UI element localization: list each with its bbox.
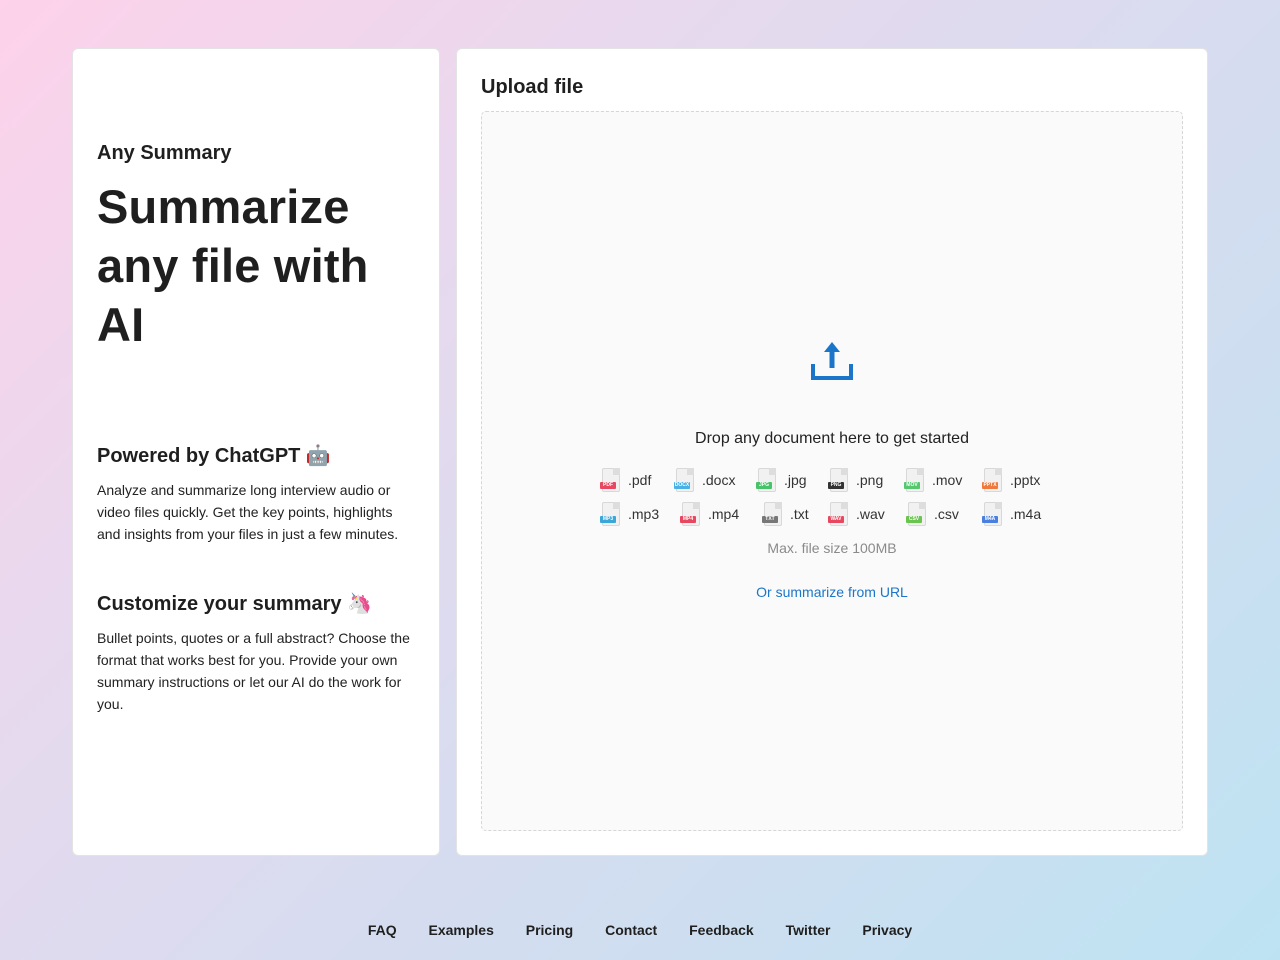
file-type-label: .txt xyxy=(790,506,809,522)
footer-link-examples[interactable]: Examples xyxy=(428,922,493,938)
file-type-label: .mp3 xyxy=(628,506,660,522)
file-type-label: .docx xyxy=(702,472,736,488)
footer-link-faq[interactable]: FAQ xyxy=(368,922,397,938)
file-type-label: .pdf xyxy=(628,472,652,488)
upload-title: Upload file xyxy=(481,76,584,98)
file-type-png-icon: PNG xyxy=(828,468,850,492)
file-type-docx-icon: DOCX xyxy=(674,468,696,492)
feature-text-powered: Analyze and summarize long interview aud… xyxy=(97,482,399,542)
file-type-pptx-icon: PPTX xyxy=(982,468,1004,492)
file-type-wav-icon: WAV xyxy=(828,502,850,526)
feature-title-customize: Customize your summary 🦄 xyxy=(97,593,372,615)
footer-link-privacy[interactable]: Privacy xyxy=(862,922,912,938)
hero-title: Summarize any file with AI xyxy=(97,180,369,351)
file-type-mov: MOV .mov xyxy=(904,467,962,493)
intro-panel: Any Summary Summarize any file with AI P… xyxy=(72,48,440,856)
upload-icon[interactable] xyxy=(810,340,854,382)
brand-name: Any Summary xyxy=(97,142,232,164)
file-types-row: MP3 .mp3 MP4 .mp4 TXT .txt WAV .wav CSV .csv M4A .m… xyxy=(600,501,1060,535)
file-type-label: .mp4 xyxy=(708,506,740,522)
file-type-label: .wav xyxy=(856,506,885,522)
file-type-txt-icon: TXT xyxy=(762,502,784,526)
file-type-pdf-icon: PDF xyxy=(600,468,622,492)
footer-link-twitter[interactable]: Twitter xyxy=(786,922,831,938)
file-type-txt: TXT .txt xyxy=(762,501,809,527)
file-type-mov-icon: MOV xyxy=(904,468,926,492)
footer-link-pricing[interactable]: Pricing xyxy=(526,922,573,938)
file-type-mp3: MP3 .mp3 xyxy=(600,501,659,527)
file-type-mp4: MP4 .mp4 xyxy=(680,501,739,527)
file-type-m4a-icon: M4A xyxy=(982,502,1004,526)
file-type-label: .pptx xyxy=(1010,472,1041,488)
file-type-csv-icon: CSV xyxy=(906,502,928,526)
feature-title-powered: Powered by ChatGPT 🤖 xyxy=(97,445,331,467)
file-type-label: .mov xyxy=(932,472,963,488)
feature-text-customize: Bullet points, quotes or a full abstract… xyxy=(97,630,410,712)
footer-nav: FAQ Examples Pricing Contact Feedback Tw… xyxy=(0,922,1280,938)
file-type-jpg: JPG .jpg xyxy=(756,467,807,493)
file-type-pdf: PDF .pdf xyxy=(600,467,651,493)
file-type-jpg-icon: JPG xyxy=(756,468,778,492)
file-type-csv: CSV .csv xyxy=(906,501,959,527)
file-type-docx: DOCX .docx xyxy=(674,467,735,493)
max-file-size: Max. file size 100MB xyxy=(767,540,897,556)
file-type-label: .csv xyxy=(934,506,959,522)
supported-file-types: PDF .pdf DOCX .docx JPG .jpg PNG .png MOV .mov PPT… xyxy=(600,467,1060,535)
file-type-png: PNG .png xyxy=(828,467,883,493)
file-type-label: .png xyxy=(856,472,884,488)
footer-link-feedback[interactable]: Feedback xyxy=(689,922,754,938)
file-type-mp4-icon: MP4 xyxy=(680,502,702,526)
file-type-mp3-icon: MP3 xyxy=(600,502,622,526)
file-type-label: .jpg xyxy=(784,472,807,488)
footer-link-contact[interactable]: Contact xyxy=(605,922,657,938)
file-type-pptx: PPTX .pptx xyxy=(982,467,1040,493)
upload-panel: Upload file Drop any document here to ge… xyxy=(456,48,1208,856)
file-types-row: PDF .pdf DOCX .docx JPG .jpg PNG .png MOV .mov PPT… xyxy=(600,467,1060,501)
file-type-wav: WAV .wav xyxy=(828,501,885,527)
file-type-label: .m4a xyxy=(1010,506,1042,522)
file-type-m4a: M4A .m4a xyxy=(982,501,1041,527)
drop-instruction: Drop any document here to get started xyxy=(695,430,969,447)
summarize-from-url-link[interactable]: Or summarize from URL xyxy=(482,584,1182,600)
file-dropzone[interactable]: Drop any document here to get started PD… xyxy=(481,111,1183,831)
